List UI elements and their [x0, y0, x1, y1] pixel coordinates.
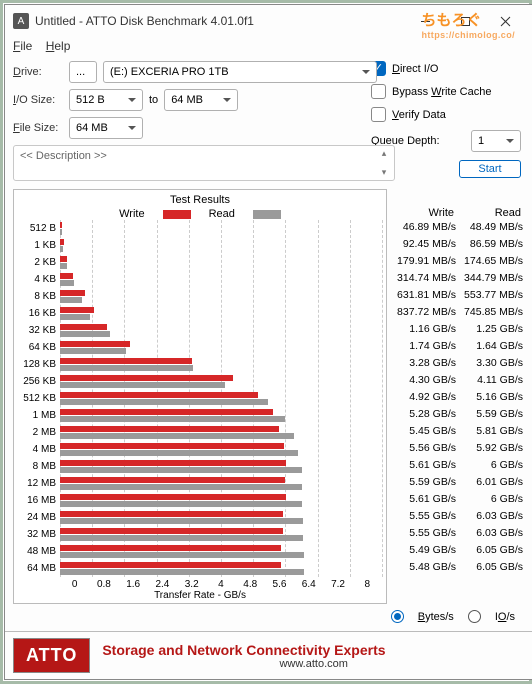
footer-headline: Storage and Network Connectivity Experts: [102, 642, 385, 658]
chart-bars: [60, 220, 382, 577]
minimize-button[interactable]: [405, 7, 445, 35]
results-head-write: Write: [391, 207, 458, 219]
drive-select[interactable]: (E:) EXCERIA PRO 1TB: [103, 61, 377, 83]
maximize-button[interactable]: [445, 7, 485, 35]
filesize-label: File Size:: [13, 122, 69, 134]
chart-legend: Write Read: [18, 208, 382, 220]
ios-radio-label: IO/s: [495, 611, 515, 623]
bypass-checkbox[interactable]: [371, 84, 386, 99]
menu-file[interactable]: File: [13, 39, 32, 53]
close-button[interactable]: [485, 7, 525, 35]
description-box[interactable]: << Description >> ▴▾: [13, 145, 395, 181]
footer-url[interactable]: www.atto.com: [102, 658, 525, 670]
menu-help[interactable]: Help: [46, 39, 71, 53]
start-button[interactable]: Start: [459, 160, 521, 178]
window-title: Untitled - ATTO Disk Benchmark 4.01.0f1: [35, 14, 405, 28]
drive-browse-button[interactable]: ...: [69, 61, 97, 83]
iosize-from-select[interactable]: 512 B: [69, 89, 143, 111]
bypass-label: Bypass Write Cache: [392, 86, 491, 98]
verify-checkbox[interactable]: [371, 107, 386, 122]
atto-logo: ATTO: [13, 638, 90, 673]
legend-write-swatch: [163, 210, 191, 219]
chart-xaxis: 00.81.62.43.244.85.66.47.28: [18, 579, 382, 590]
app-icon: A: [13, 13, 29, 29]
filesize-select[interactable]: 64 MB: [69, 117, 143, 139]
verify-label: Verify Data: [392, 109, 446, 121]
results-table: Write Read 46.89 MB/s48.49 MB/s92.45 MB/…: [387, 189, 525, 604]
bytes-radio-label: Bytes/s: [418, 611, 454, 623]
iosize-to-label: to: [143, 94, 164, 106]
menubar: File Help: [5, 37, 532, 55]
chart-ylabels: 512 B1 KB2 KB4 KB8 KB16 KB32 KB64 KB128 …: [18, 220, 60, 577]
bytes-radio[interactable]: [391, 610, 404, 623]
description-placeholder: << Description >>: [20, 150, 107, 162]
titlebar: A Untitled - ATTO Disk Benchmark 4.01.0f…: [5, 5, 532, 37]
legend-read-swatch: [253, 210, 281, 219]
description-scroll[interactable]: ▴▾: [376, 148, 392, 178]
footer: ATTO Storage and Network Connectivity Ex…: [5, 631, 532, 679]
results-head-read: Read: [458, 207, 525, 219]
ios-radio[interactable]: [468, 610, 481, 623]
queue-depth-select[interactable]: 1: [471, 130, 521, 152]
chart-xaxis-label: Transfer Rate - GB/s: [18, 590, 382, 601]
drive-label: Drive:: [13, 66, 69, 78]
iosize-label: I/O Size:: [13, 94, 69, 106]
iosize-to-select[interactable]: 64 MB: [164, 89, 238, 111]
chart-panel: Test Results Write Read 512 B1 KB2 KB4 K…: [13, 189, 387, 604]
direct-io-label: Direct I/O: [392, 63, 438, 75]
chart-title: Test Results: [18, 194, 382, 206]
